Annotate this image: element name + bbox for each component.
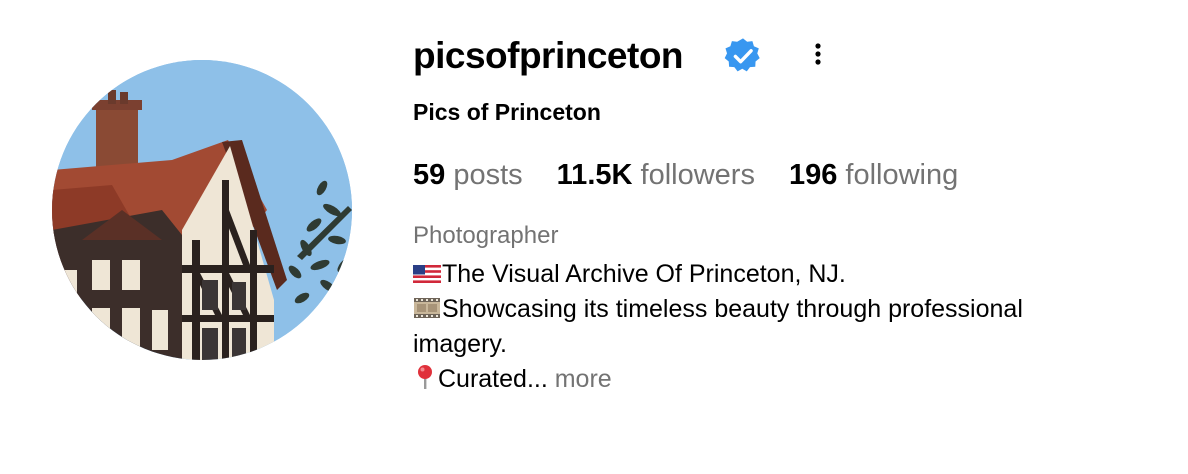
posts-count: 59 xyxy=(413,159,446,191)
followers-stat[interactable]: 11.5K followers xyxy=(557,157,755,193)
profile-bio: The Visual Archive Of Princeton, NJ. Sho… xyxy=(413,257,1143,397)
us-flag-emoji-icon xyxy=(413,265,441,283)
bio-line-1-text: The Visual Archive Of Princeton, NJ. xyxy=(442,260,846,288)
profile-full-name: Pics of Princeton xyxy=(413,99,601,125)
posts-label: posts xyxy=(453,159,523,191)
bio-line-4: Curated... more xyxy=(413,362,1143,397)
profile-stats: 59 posts 11.5K followers 196 following xyxy=(413,157,958,193)
followers-label: followers xyxy=(640,159,755,191)
verified-badge-icon xyxy=(724,38,760,72)
bio-line-2-text: Showcasing its timeless beauty through p… xyxy=(442,295,1023,323)
film-frames-emoji-icon xyxy=(414,298,440,318)
profile-category: Photographer xyxy=(413,222,559,249)
more-options-icon[interactable] xyxy=(804,38,832,72)
avatar-image xyxy=(52,60,352,360)
round-pushpin-emoji-icon xyxy=(418,365,432,389)
bio-line-2: Showcasing its timeless beauty through p… xyxy=(413,292,1143,327)
following-stat[interactable]: 196 following xyxy=(789,157,958,193)
followers-count: 11.5K xyxy=(556,159,633,191)
following-count: 196 xyxy=(788,159,838,191)
bio-line-4-text: Curated... xyxy=(438,365,555,393)
posts-stat[interactable]: 59 posts xyxy=(413,157,523,193)
following-label: following xyxy=(845,159,959,191)
bio-line-1: The Visual Archive Of Princeton, NJ. xyxy=(413,257,1143,292)
profile-username: picsofprinceton xyxy=(413,35,684,76)
bio-line-3: imagery. xyxy=(413,330,508,358)
profile-avatar[interactable] xyxy=(52,60,352,360)
bio-more-link[interactable]: more xyxy=(555,365,612,393)
